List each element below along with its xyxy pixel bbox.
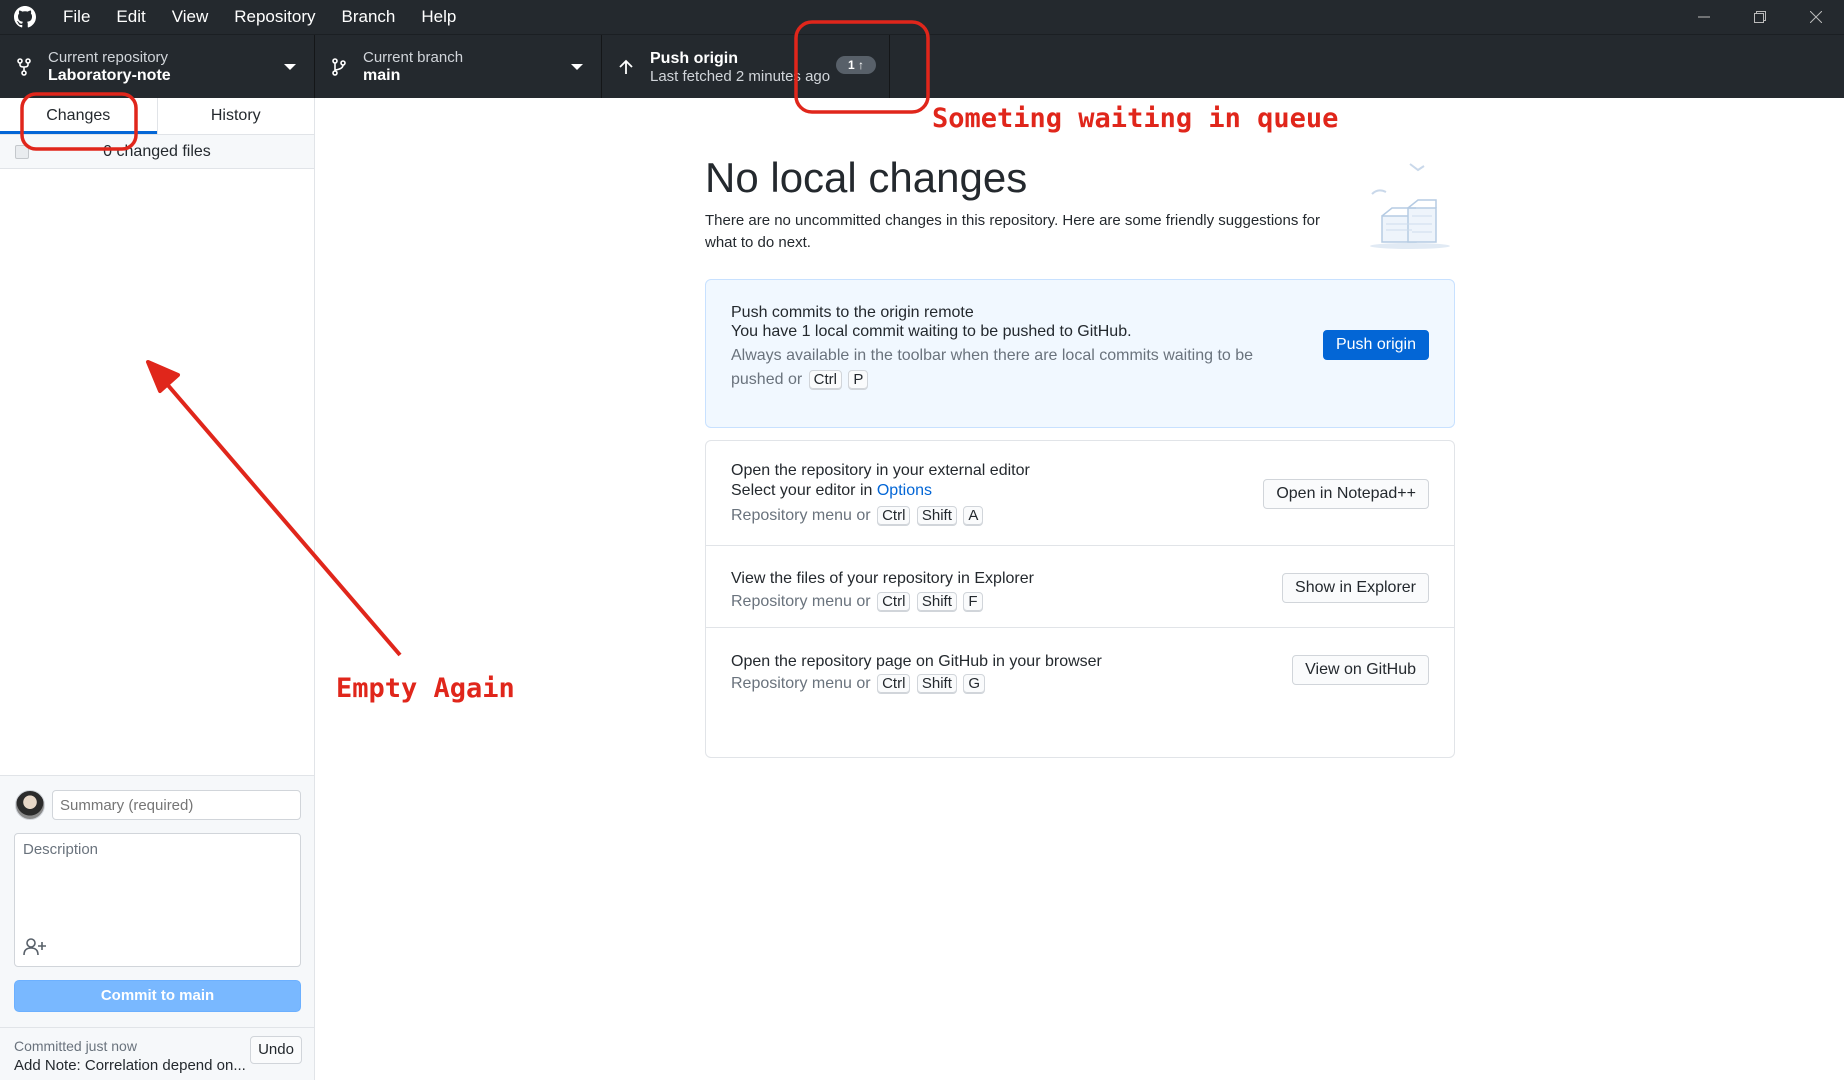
editor-card-hint: Repository menu or Ctrl Shift A: [731, 504, 984, 528]
kbd-p: P: [848, 370, 869, 390]
push-card-hint: Always available in the toolbar when the…: [731, 344, 1253, 392]
external-editor-row: Open the repository in your external edi…: [706, 441, 1454, 546]
explorer-card-hint: Repository menu or Ctrl Shift F: [731, 590, 983, 614]
push-origin-label: Push origin: [650, 49, 738, 67]
editor-card-subtitle: Select your editor in Options: [731, 482, 932, 500]
sidebar-tabs: Changes History: [0, 98, 314, 135]
title-bar: File Edit View Repository Branch Help: [0, 0, 1844, 34]
toolbar: Current repository Laboratory-note Curre…: [0, 34, 1844, 99]
current-repository-button[interactable]: Current repository Laboratory-note: [0, 35, 315, 99]
github-hint-text: Repository menu or: [731, 675, 871, 692]
changed-files-header: 0 changed files: [0, 135, 314, 169]
push-card-subtitle: You have 1 local commit waiting to be pu…: [731, 323, 1132, 340]
kbd-a: A: [963, 506, 984, 526]
tab-changes[interactable]: Changes: [0, 98, 157, 134]
push-card-hint-line2: pushed or: [731, 371, 803, 388]
current-branch-button[interactable]: Current branch main: [315, 35, 602, 99]
menu-edit[interactable]: Edit: [103, 0, 158, 34]
commit-panel: Description Commit to main Committed jus…: [0, 775, 314, 1080]
changed-files-count: 0 changed files: [103, 142, 211, 160]
push-origin-card-button[interactable]: Push origin: [1322, 330, 1429, 360]
chevron-down-icon: [284, 64, 296, 70]
select-all-checkbox[interactable]: [15, 145, 29, 159]
show-in-explorer-row: View the files of your repository in Exp…: [706, 546, 1454, 628]
last-commit-bar: Committed just now Add Note: Correlation…: [0, 1027, 314, 1080]
suggestions-list: Open the repository in your external edi…: [705, 440, 1455, 758]
last-commit-message: Add Note: Correlation depend on...: [14, 1057, 246, 1074]
editor-subtitle-prefix: Select your editor in: [731, 482, 873, 499]
empty-annotation-text: Empty Again: [336, 673, 515, 704]
window-controls: [1676, 0, 1844, 34]
show-in-explorer-button[interactable]: Show in Explorer: [1282, 573, 1429, 603]
menu-repository[interactable]: Repository: [221, 0, 328, 34]
editor-card-title: Open the repository in your external edi…: [731, 462, 1030, 479]
description-placeholder: Description: [23, 841, 99, 858]
arrow-up-icon: [602, 59, 650, 75]
add-coauthor-icon[interactable]: [22, 936, 48, 958]
last-fetched-label: Last fetched 2 minutes ago: [650, 67, 831, 85]
current-repository-value: Laboratory-note: [48, 67, 171, 84]
options-link[interactable]: Options: [877, 482, 932, 499]
current-branch-value: main: [363, 67, 401, 84]
description-field[interactable]: Description: [14, 833, 301, 967]
main-content: No local changes There are no uncommitte…: [316, 98, 1844, 1080]
branch-icon: [315, 58, 363, 76]
menu-branch[interactable]: Branch: [329, 0, 409, 34]
sidebar: Changes History 0 changed files Descript…: [0, 98, 315, 1080]
minimize-icon[interactable]: [1676, 0, 1732, 34]
committed-time: Committed just now: [14, 1038, 137, 1054]
page-title: No local changes: [705, 154, 1028, 201]
intro-text: There are no uncommitted changes in this…: [705, 212, 1321, 251]
current-repository-label: Current repository: [48, 49, 169, 66]
view-on-github-button[interactable]: View on GitHub: [1292, 655, 1429, 685]
commit-button[interactable]: Commit to main: [14, 980, 301, 1012]
explorer-card-title: View the files of your repository in Exp…: [731, 570, 1034, 587]
open-in-editor-button[interactable]: Open in Notepad++: [1263, 479, 1429, 509]
changed-files-list: [0, 169, 314, 776]
empty-state-illustration-icon: [1362, 158, 1462, 258]
kbd-ctrl: Ctrl: [877, 592, 911, 612]
summary-input[interactable]: [52, 790, 301, 820]
close-icon[interactable]: [1788, 0, 1844, 34]
github-card-hint: Repository menu or Ctrl Shift G: [731, 672, 985, 696]
kbd-shift: Shift: [916, 592, 957, 612]
push-card-title: Push commits to the origin remote: [731, 304, 974, 321]
repo-icon: [0, 58, 48, 76]
commits-ahead-badge: 1 ↑: [836, 56, 876, 74]
view-on-github-row: Open the repository page on GitHub in yo…: [706, 628, 1454, 724]
push-card-hint-line1: Always available in the toolbar when the…: [731, 347, 1254, 364]
kbd-f: F: [963, 592, 983, 612]
kbd-ctrl: Ctrl: [808, 370, 842, 390]
menu-file[interactable]: File: [50, 0, 103, 34]
editor-hint-text: Repository menu or: [731, 507, 871, 524]
tab-history[interactable]: History: [156, 98, 315, 134]
menu-view[interactable]: View: [159, 0, 222, 34]
github-logo-icon: [0, 0, 50, 34]
kbd-ctrl: Ctrl: [877, 674, 911, 694]
kbd-g: G: [963, 674, 985, 694]
app-window: File Edit View Repository Branch Help Cu…: [0, 0, 1844, 1080]
restore-icon[interactable]: [1732, 0, 1788, 34]
current-branch-label: Current branch: [363, 49, 464, 66]
push-commits-card: Push commits to the origin remote You ha…: [705, 279, 1455, 428]
kbd-ctrl: Ctrl: [877, 506, 911, 526]
queue-annotation-text: Someting waiting in queue: [932, 103, 1339, 134]
explorer-hint-text: Repository menu or: [731, 593, 871, 610]
avatar: [15, 790, 45, 820]
undo-button[interactable]: Undo: [250, 1036, 302, 1064]
github-card-title: Open the repository page on GitHub in yo…: [731, 653, 1102, 670]
kbd-shift: Shift: [916, 674, 957, 694]
chevron-down-icon: [571, 64, 583, 70]
kbd-shift: Shift: [916, 506, 957, 526]
menu-help[interactable]: Help: [408, 0, 469, 34]
